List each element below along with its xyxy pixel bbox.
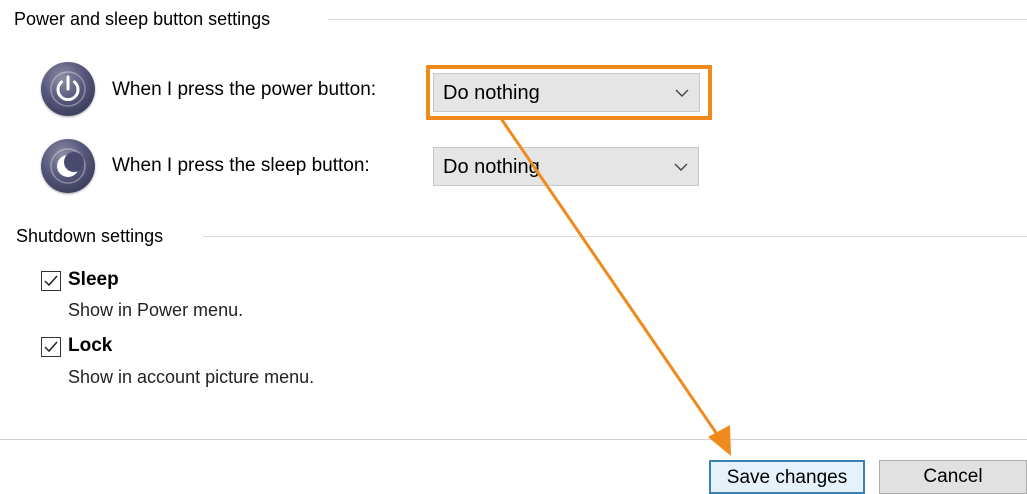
- chevron-down-icon: [674, 163, 688, 171]
- power-button-label: When I press the power button:: [112, 79, 377, 100]
- save-changes-label: Save changes: [726, 467, 848, 488]
- sleep-checkbox-description: Show in Power menu.: [68, 300, 244, 320]
- checkmark-icon: [44, 341, 58, 353]
- checkmark-icon: [44, 275, 58, 287]
- group-divider: [328, 19, 1027, 20]
- sleep-checkbox[interactable]: [41, 271, 61, 291]
- highlight-annotation-box: [426, 65, 712, 120]
- sleep-button-label: When I press the sleep button:: [112, 155, 370, 176]
- lock-checkbox[interactable]: [41, 337, 61, 357]
- power-icon: [41, 62, 95, 116]
- power-sleep-group-title: Power and sleep button settings: [14, 8, 271, 30]
- lock-checkbox-description: Show in account picture menu.: [68, 367, 315, 387]
- sleep-button-selected-value: Do nothing: [443, 155, 540, 178]
- group-divider: [203, 236, 1027, 237]
- footer-divider: [0, 439, 1027, 440]
- lock-checkbox-label[interactable]: Lock: [68, 334, 112, 358]
- sleep-checkbox-label[interactable]: Sleep: [68, 268, 119, 292]
- sleep-moon-icon: [41, 139, 95, 193]
- save-changes-button[interactable]: Save changes: [709, 460, 865, 494]
- power-options-panel: Power and sleep button settings When I p…: [0, 0, 1027, 494]
- cancel-button[interactable]: Cancel: [879, 460, 1027, 494]
- cancel-label: Cancel: [923, 466, 983, 487]
- shutdown-group-title: Shutdown settings: [16, 225, 164, 247]
- sleep-button-action-select[interactable]: Do nothing: [433, 147, 699, 186]
